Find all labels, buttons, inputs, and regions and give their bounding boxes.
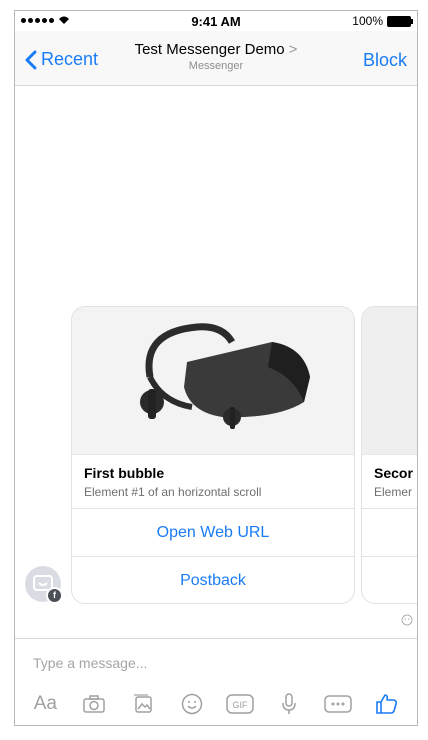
emoji-icon[interactable] <box>177 690 207 718</box>
navigation-bar: Recent Test Messenger Demo > Messenger Bl… <box>15 31 417 86</box>
card-button[interactable] <box>362 556 417 603</box>
chat-area[interactable]: f First bubble Element #1 of an horizont… <box>15 86 417 638</box>
conversation-subtitle: Messenger <box>188 60 244 72</box>
carousel-card[interactable]: Secor Elemer <box>361 306 417 604</box>
status-bar: 9:41 AM 100% <box>15 11 417 31</box>
card-title: Secor <box>374 465 413 481</box>
gallery-icon[interactable] <box>128 690 158 718</box>
card-subtitle: Element #1 of an horizontal scroll <box>84 485 262 499</box>
open-web-url-button[interactable]: Open Web URL <box>72 508 354 557</box>
card-button[interactable] <box>362 508 417 557</box>
postback-button[interactable]: Postback <box>72 556 354 603</box>
gif-label: GIF <box>233 700 249 710</box>
microphone-icon[interactable] <box>274 690 304 718</box>
composer-toolbar: Aa GIF <box>15 689 417 719</box>
message-input[interactable]: Type a message... <box>33 655 147 671</box>
more-icon[interactable] <box>323 690 353 718</box>
text-icon[interactable]: Aa <box>30 690 60 718</box>
thumbs-up-icon[interactable] <box>372 690 402 718</box>
message-composer: Type a message... Aa GIF <box>15 638 417 725</box>
battery-percent: 100% <box>352 14 383 28</box>
facebook-badge-icon: f <box>46 587 63 604</box>
card-subtitle: Elemer <box>374 485 413 499</box>
read-receipt-icon <box>401 613 413 631</box>
gif-icon[interactable]: GIF <box>225 690 255 718</box>
battery-indicator: 100% <box>352 14 413 28</box>
chevron-right-icon: > <box>288 41 298 58</box>
conversation-header[interactable]: Test Messenger Demo > Messenger <box>15 41 417 72</box>
card-image <box>362 307 417 455</box>
bot-avatar[interactable]: f <box>25 566 63 604</box>
phone-screen: 9:41 AM 100% Recent Test Messenger Demo >… <box>14 10 418 726</box>
block-button[interactable]: Block <box>363 50 407 71</box>
carousel-card[interactable]: First bubble Element #1 of an horizontal… <box>71 306 355 604</box>
camera-icon[interactable] <box>79 690 109 718</box>
conversation-title: Test Messenger Demo <box>134 41 285 58</box>
card-title: First bubble <box>84 465 165 481</box>
battery-icon <box>387 15 413 27</box>
vr-headset-image <box>72 307 354 455</box>
